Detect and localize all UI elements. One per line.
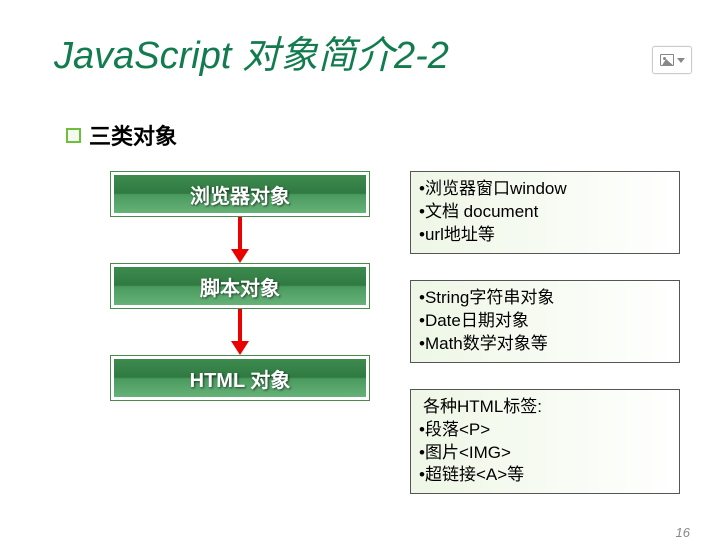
content-area: 浏览器对象 脚本对象 HTML 对象 浏览器窗口window 文档 docume…: [0, 171, 714, 494]
infobox-item: 段落<P>: [419, 419, 671, 442]
infobox-item: Date日期对象: [419, 310, 671, 333]
chevron-down-icon: [677, 58, 685, 63]
arrow-down: [110, 217, 370, 263]
image-icon: [660, 54, 674, 66]
infobox-item: String字符串对象: [419, 287, 671, 310]
flow-node-label: 浏览器对象: [114, 175, 366, 213]
flow-node-label: 脚本对象: [114, 267, 366, 305]
bullet-icon: [66, 128, 81, 143]
infobox-item: 超链接<A>等: [419, 464, 671, 487]
infobox: 浏览器窗口window 文档 document url地址等: [410, 171, 680, 254]
section-heading-text: 三类对象: [89, 119, 177, 151]
section-heading: 三类对象: [66, 119, 714, 151]
title-cn: 对象简介2-2: [242, 35, 449, 77]
arrow-down: [110, 309, 370, 355]
title-en: JavaScript: [54, 35, 231, 77]
image-dropdown-button[interactable]: [652, 46, 692, 74]
flow-node: HTML 对象: [110, 355, 370, 401]
infobox-item: Math数学对象等: [419, 333, 671, 356]
flow-column: 浏览器对象 脚本对象 HTML 对象: [0, 171, 410, 494]
flow-node: 脚本对象: [110, 263, 370, 309]
page-number: 16: [676, 525, 690, 540]
infobox-item: 浏览器窗口window: [419, 178, 671, 201]
flow-node-label: HTML 对象: [114, 359, 366, 397]
infobox: String字符串对象 Date日期对象 Math数学对象等: [410, 280, 680, 363]
infobox-item: 文档 document: [419, 201, 671, 224]
description-column: 浏览器窗口window 文档 document url地址等 String字符串…: [410, 171, 680, 494]
infobox-intro: 各种HTML标签:: [423, 396, 671, 419]
infobox-item: url地址等: [419, 224, 671, 247]
page-title: JavaScript 对象简介2-2: [54, 24, 714, 79]
infobox-item: 图片<IMG>: [419, 442, 671, 465]
infobox: 各种HTML标签: 段落<P> 图片<IMG> 超链接<A>等: [410, 389, 680, 495]
flow-node: 浏览器对象: [110, 171, 370, 217]
